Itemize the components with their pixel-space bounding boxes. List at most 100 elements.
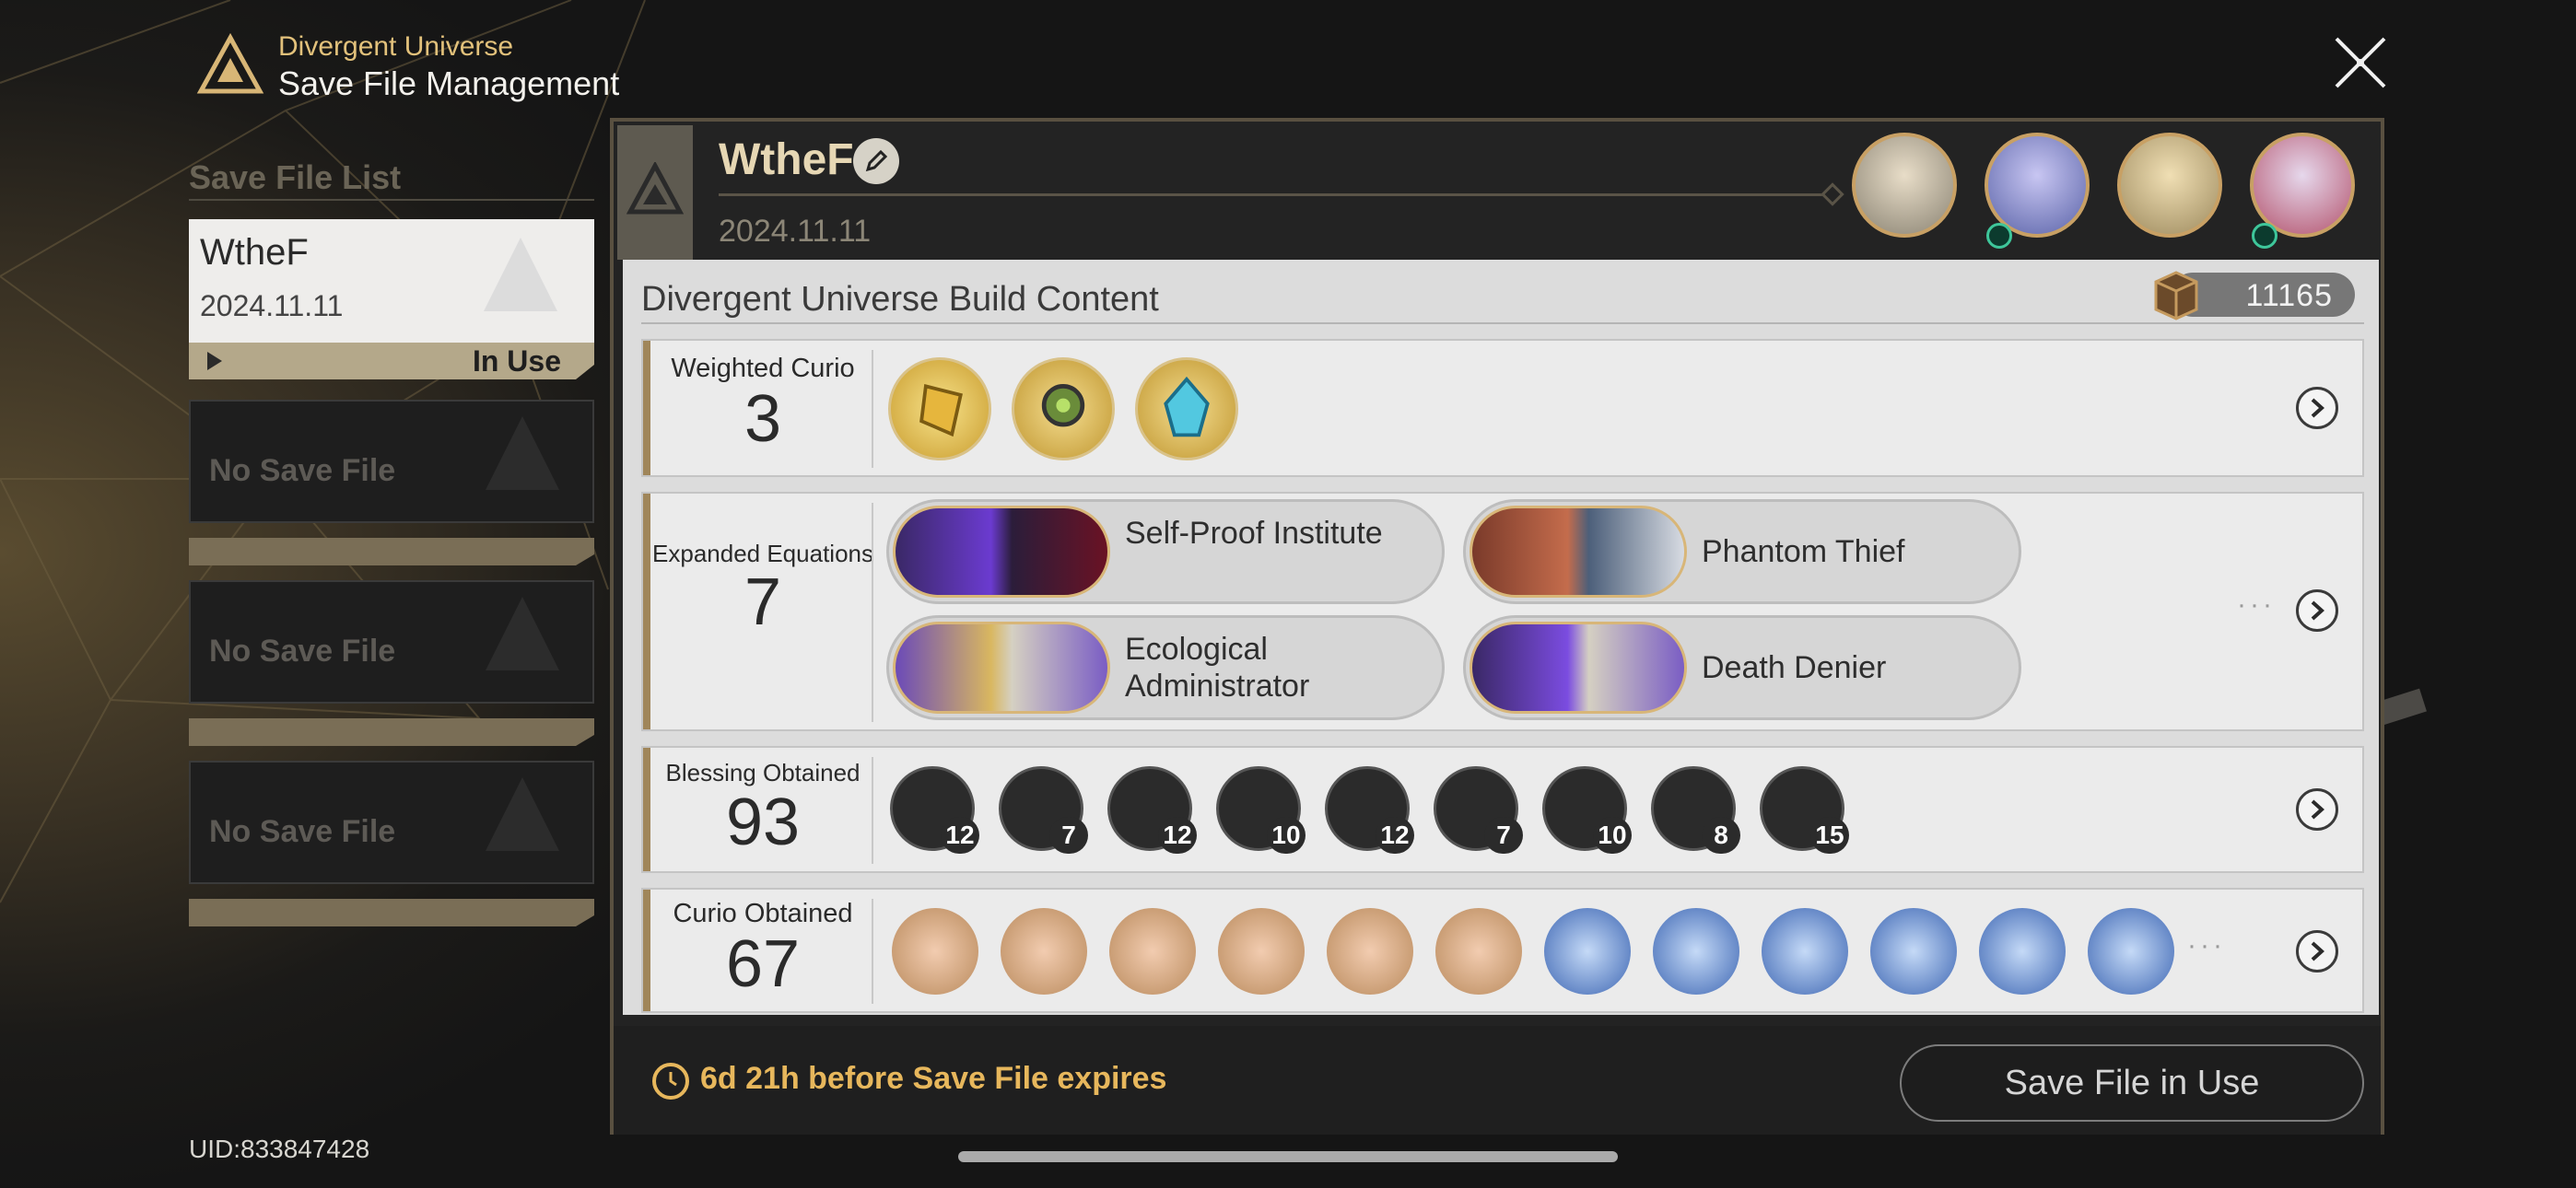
equation-item[interactable]: Phantom Thief xyxy=(1463,499,2021,604)
pencil-icon xyxy=(865,149,888,172)
blessing-details-button[interactable] xyxy=(2296,788,2338,831)
team-avatar-3[interactable] xyxy=(2117,133,2222,238)
save-slot-status-bar: In Use xyxy=(189,343,594,379)
weighted-curio-details-button[interactable] xyxy=(2296,387,2338,429)
blessing-path-icon[interactable]: 12 xyxy=(1325,766,1414,854)
emblem-watermark-icon xyxy=(486,416,559,490)
save-name: WtheF xyxy=(719,135,854,184)
weighted-curio-item[interactable] xyxy=(1135,357,1238,460)
play-icon xyxy=(207,352,222,370)
blessing-count-badge: 7 xyxy=(1484,817,1523,854)
blessing-path-icon[interactable]: 7 xyxy=(999,766,1088,854)
divider-diamond xyxy=(1821,182,1844,206)
divergent-universe-logo-icon xyxy=(196,32,264,94)
team-avatar-4[interactable] xyxy=(2250,133,2355,238)
save-detail-panel: WtheF 2024.11.11 Divergent Universe Buil… xyxy=(610,118,2384,1135)
curio-item[interactable] xyxy=(1653,908,1739,995)
divider xyxy=(189,199,594,201)
equation-name: Death Denier xyxy=(1702,650,1887,685)
weighted-curio-item[interactable] xyxy=(1012,357,1115,460)
header-title: Save File Management xyxy=(278,64,620,102)
score-badge: 11165 xyxy=(2154,271,2355,320)
panel-footer: 6d 21h before Save File expires Save Fil… xyxy=(614,1026,2381,1135)
blessing-count-badge: 8 xyxy=(1702,817,1740,854)
expanded-equations-row: Expanded Equations 7 Self-Proof Institut… xyxy=(641,492,2364,731)
chevron-right-icon xyxy=(2311,600,2324,621)
curio-item[interactable] xyxy=(1435,908,1522,995)
home-indicator[interactable] xyxy=(958,1151,1618,1162)
save-date: 2024.11.11 xyxy=(719,214,872,249)
in-use-label: In Use xyxy=(472,344,561,378)
header-subtitle: Divergent Universe xyxy=(278,31,514,62)
blessing-path-icon[interactable]: 12 xyxy=(1107,766,1197,854)
support-badge-icon xyxy=(1986,223,2012,249)
score-value: 11165 xyxy=(2245,278,2333,313)
expanded-equations-label: Expanded Equations xyxy=(652,540,873,567)
team-avatar-1[interactable] xyxy=(1852,133,1957,238)
team-avatar-2[interactable] xyxy=(1985,133,2090,238)
curio-item[interactable] xyxy=(2088,908,2174,995)
save-slot-1[interactable]: WtheF 2024.11.11 In Use xyxy=(189,219,594,381)
save-slot-date: 2024.11.11 xyxy=(200,289,344,322)
blessing-path-icon[interactable]: 10 xyxy=(1542,766,1632,854)
close-icon[interactable] xyxy=(2331,33,2390,92)
panel-emblem xyxy=(617,125,693,260)
save-slot-3[interactable]: No Save File xyxy=(189,580,594,742)
blessing-row: Blessing Obtained 93 12 7 12 10 12 7 10 … xyxy=(641,746,2364,873)
weighted-curio-item[interactable] xyxy=(888,357,991,460)
build-content: Divergent Universe Build Content 11165 W… xyxy=(623,260,2379,1015)
curio-item[interactable] xyxy=(1544,908,1631,995)
curio-item[interactable] xyxy=(1979,908,2066,995)
save-slot-2[interactable]: No Save File xyxy=(189,400,594,562)
equation-name: Ecological Administrator xyxy=(1125,632,1310,704)
emblem-watermark-icon xyxy=(486,597,559,670)
expire-text: 6d 21h before Save File expires xyxy=(700,1061,1167,1096)
curio-item[interactable] xyxy=(1762,908,1848,995)
divergent-universe-logo-icon xyxy=(626,162,684,215)
curio-details-button[interactable] xyxy=(2296,930,2338,973)
equation-item[interactable]: Self-Proof Institute xyxy=(886,499,1445,604)
empty-slot-text: No Save File xyxy=(209,814,396,849)
save-file-list-label: Save File List xyxy=(189,158,402,196)
blessing-label: Blessing Obtained xyxy=(665,759,861,786)
blessing-count-badge: 7 xyxy=(1049,817,1088,854)
curio-item[interactable] xyxy=(1327,908,1413,995)
empty-slot-text: No Save File xyxy=(209,453,396,488)
chevron-right-icon xyxy=(2311,941,2324,961)
gear-orb-icon xyxy=(1041,384,1085,427)
chevron-right-icon xyxy=(2311,799,2324,820)
curio-obtained-row: Curio Obtained 67 ··· xyxy=(641,888,2364,1013)
equation-item[interactable]: Ecological Administrator xyxy=(886,615,1445,720)
save-file-in-use-button[interactable]: Save File in Use xyxy=(1900,1044,2364,1122)
curio-item[interactable] xyxy=(892,908,978,995)
gold-shard-icon xyxy=(919,384,963,437)
blessing-path-icon[interactable]: 8 xyxy=(1651,766,1740,854)
blessing-count-badge: 12 xyxy=(1376,817,1414,854)
blessing-count-badge: 15 xyxy=(1810,817,1849,854)
curio-item[interactable] xyxy=(1109,908,1196,995)
edit-name-button[interactable] xyxy=(853,138,899,184)
more-ellipsis-icon: ··· xyxy=(2187,930,2226,961)
blessing-count-badge: 10 xyxy=(1267,817,1306,854)
cube-icon xyxy=(2154,271,2198,320)
equation-item[interactable]: Death Denier xyxy=(1463,615,2021,720)
blessing-path-icon[interactable]: 12 xyxy=(890,766,979,854)
support-badge-icon xyxy=(2252,223,2277,249)
blessing-path-icon[interactable]: 15 xyxy=(1760,766,1849,854)
curio-item[interactable] xyxy=(1218,908,1305,995)
equation-name: Phantom Thief xyxy=(1702,534,1905,569)
blessing-path-icon[interactable]: 7 xyxy=(1434,766,1523,854)
header-divider xyxy=(719,193,1833,196)
save-slot-4[interactable]: No Save File xyxy=(189,761,594,923)
expanded-equations-details-button[interactable] xyxy=(2296,589,2338,632)
save-slot-name: WtheF xyxy=(200,232,309,273)
weighted-curio-row: Weighted Curio 3 xyxy=(641,339,2364,477)
blessing-count-badge: 10 xyxy=(1593,817,1632,854)
build-content-title: Divergent Universe Build Content xyxy=(641,280,1159,319)
uid-label: UID:833847428 xyxy=(189,1135,370,1163)
blessing-path-icon[interactable]: 10 xyxy=(1216,766,1306,854)
curio-item[interactable] xyxy=(1001,908,1087,995)
weighted-curio-count: 3 xyxy=(744,382,782,456)
more-ellipsis-icon: ··· xyxy=(2237,589,2276,620)
curio-item[interactable] xyxy=(1870,908,1957,995)
